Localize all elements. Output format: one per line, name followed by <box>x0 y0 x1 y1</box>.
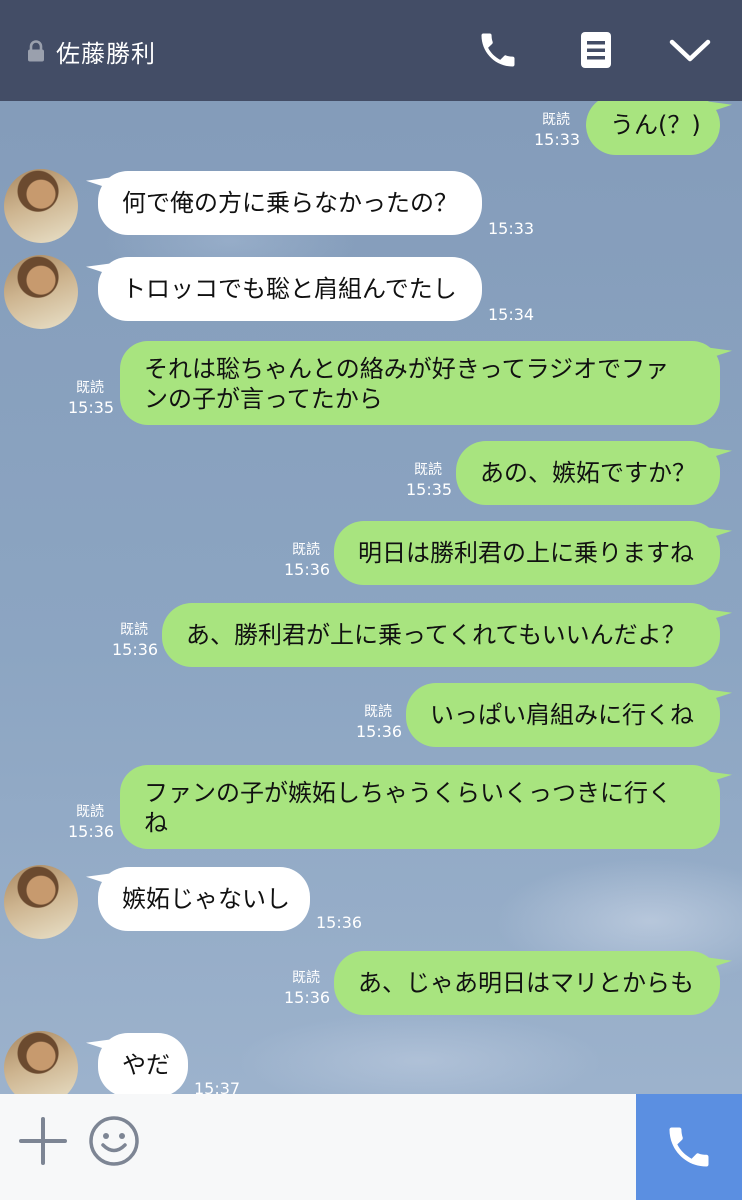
message-meta: 既読 15:35 <box>68 379 115 417</box>
message-text: いっぱい肩組みに行くね <box>430 701 694 729</box>
message-text: 何で俺の方に乗らなかったの？ <box>122 189 458 217</box>
message-time: 15:33 <box>488 219 535 238</box>
read-receipt: 既読 <box>292 970 320 986</box>
read-receipt: 既読 <box>120 622 148 638</box>
notes-button[interactable] <box>572 26 620 74</box>
message-bubble[interactable]: うん(？) <box>586 101 720 155</box>
lock-icon <box>28 40 44 62</box>
message-text: やだ <box>122 1051 170 1079</box>
plus-icon <box>19 1117 67 1165</box>
message-text: 嫉妬じゃないし <box>122 885 290 913</box>
message-meta: 既読 15:35 <box>406 461 453 499</box>
message-bubble[interactable]: あ、じゃあ明日はマリとからも <box>334 951 720 1015</box>
message-time: 15:35 <box>406 480 453 499</box>
read-receipt: 既読 <box>364 704 392 720</box>
phone-icon <box>481 33 515 67</box>
message-time: 15:35 <box>68 398 115 417</box>
message-time: 15:36 <box>284 560 331 579</box>
add-button[interactable] <box>16 1114 70 1168</box>
message-time: 15:37 <box>194 1079 241 1094</box>
message-meta: 既読 15:36 <box>356 703 403 741</box>
notes-icon <box>581 32 611 68</box>
message-time: 15:36 <box>316 913 363 932</box>
message-meta: 既読 15:36 <box>284 969 331 1007</box>
read-receipt: 既読 <box>76 380 104 396</box>
chat-header: 佐藤勝利 <box>0 0 742 101</box>
message-bubble[interactable]: トロッコでも聡と肩組んでたし <box>98 257 482 321</box>
message-meta: 既読 15:36 <box>112 621 159 659</box>
message-meta: 既読 15:36 <box>284 541 331 579</box>
message-text-line: ファンの子が嫉妬しちゃうくらいくっつきに行く <box>144 779 672 807</box>
message-meta: 既読 15:33 <box>534 111 581 149</box>
message-bubble[interactable]: 何で俺の方に乗らなかったの？ <box>98 171 482 235</box>
message-time: 15:36 <box>112 640 159 659</box>
message-bubble[interactable]: やだ <box>98 1033 188 1094</box>
smiley-icon <box>89 1116 139 1166</box>
message-time: 15:36 <box>356 722 403 741</box>
sticker-button[interactable] <box>87 1114 141 1168</box>
voice-call-button[interactable] <box>474 26 522 74</box>
message-text: あ、じゃあ明日はマリとからも <box>358 969 694 997</box>
avatar[interactable] <box>4 865 78 939</box>
message-bubble[interactable]: 嫉妬じゃないし <box>98 867 310 931</box>
message-time: 15:33 <box>534 130 581 149</box>
message-meta: 既読 15:36 <box>68 803 115 841</box>
avatar[interactable] <box>4 169 78 243</box>
read-receipt: 既読 <box>542 112 570 128</box>
call-button[interactable] <box>636 1094 742 1200</box>
chat-area[interactable]: 既読 15:33 うん(？) 何で俺の方に乗らなかったの？ 15:33 トロッコ… <box>0 101 742 1094</box>
read-receipt: 既読 <box>414 462 442 478</box>
message-bubble[interactable]: あ、勝利君が上に乗ってくれてもいいんだよ？ <box>162 603 720 667</box>
message-text-line: ンの子が言ってたから <box>144 385 383 413</box>
read-receipt: 既読 <box>292 542 320 558</box>
input-bar <box>0 1094 742 1200</box>
phone-icon <box>669 1127 709 1167</box>
avatar[interactable] <box>4 255 78 329</box>
message-text: あの、嫉妬ですか？ <box>480 459 696 487</box>
message-text: 明日は勝利君の上に乗りますね <box>358 539 694 567</box>
message-text-line: ね <box>144 809 168 837</box>
message-time: 15:36 <box>68 822 115 841</box>
avatar[interactable] <box>4 1031 78 1094</box>
message-text: あ、勝利君が上に乗ってくれてもいいんだよ？ <box>186 621 686 649</box>
message-bubble[interactable]: 明日は勝利君の上に乗りますね <box>334 521 720 585</box>
read-receipt: 既読 <box>76 804 104 820</box>
message-bubble[interactable]: ファンの子が嫉妬しちゃうくらいくっつきに行く ね <box>120 765 720 849</box>
message-time: 15:36 <box>284 988 331 1007</box>
message-bubble[interactable]: それは聡ちゃんとの絡みが好きってラジオでファ ンの子が言ってたから <box>120 341 720 425</box>
message-bubble[interactable]: いっぱい肩組みに行くね <box>406 683 720 747</box>
chevron-down-icon <box>669 39 711 62</box>
message-time: 15:34 <box>488 305 535 324</box>
message-text-line: それは聡ちゃんとの絡みが好きってラジオでファ <box>144 355 670 383</box>
message-text: トロッコでも聡と肩組んでたし <box>122 275 457 303</box>
message-bubble[interactable]: あの、嫉妬ですか？ <box>456 441 720 505</box>
collapse-button[interactable] <box>666 26 714 74</box>
message-text: うん(？) <box>610 111 701 139</box>
contact-name: 佐藤勝利 <box>56 40 156 68</box>
